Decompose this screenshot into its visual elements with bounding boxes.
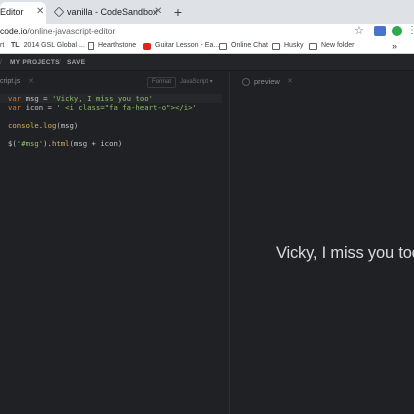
file-tab[interactable]: cript.js <box>0 72 20 92</box>
format-button[interactable]: Format <box>147 77 176 88</box>
more-bookmarks-button[interactable]: » <box>392 38 397 54</box>
close-preview-icon[interactable]: ✕ <box>287 72 293 92</box>
my-projects-link[interactable]: MY PROJECTS <box>10 55 60 71</box>
bookmark-item[interactable]: TL 2014 GSL Global ... <box>11 38 85 54</box>
folder-icon <box>272 42 280 50</box>
tl-icon: TL <box>11 42 20 49</box>
tab-title: Editor <box>0 7 24 17</box>
tab-title: vanilla - CodeSandbox <box>67 7 158 17</box>
url-host: code.io <box>0 26 28 36</box>
code-editor-pane: cript.js ✕ Format JavaScript ▾ var msg =… <box>0 72 230 414</box>
folder-icon <box>309 42 317 50</box>
page-icon <box>88 42 94 50</box>
extension-icon[interactable] <box>374 26 386 36</box>
address-bar-row: code.io/online-javascript-editor ☆ ⋮ <box>0 24 414 38</box>
address-bar[interactable]: code.io/online-javascript-editor <box>0 24 115 38</box>
language-select[interactable]: JavaScript ▾ <box>180 77 213 88</box>
preview-globe-icon <box>242 78 250 86</box>
browser-tab-strip: Editor ✕ vanilla - CodeSandbox ✕ + <box>0 0 414 24</box>
bookmark-item[interactable]: Guitar Lesson - Ea... <box>143 38 219 54</box>
browser-menu-icon[interactable]: ⋮ <box>407 24 414 38</box>
close-tab-icon[interactable]: ✕ <box>36 6 44 17</box>
preview-output-text: Vicky, I miss you too <box>276 244 414 262</box>
bookmark-star-icon[interactable]: ☆ <box>354 24 364 38</box>
new-tab-button[interactable]: + <box>170 2 186 22</box>
code-line: console.log(msg) <box>8 121 79 130</box>
code-line: var icon = ' <i class="fa fa-heart-o"></… <box>8 103 197 112</box>
bookmark-item[interactable]: rt <box>0 38 4 54</box>
folder-icon <box>219 42 227 50</box>
close-file-icon[interactable]: ✕ <box>28 72 34 92</box>
editor-header: cript.js ✕ Format JavaScript ▾ <box>0 72 229 92</box>
bookmarks-bar: rt TL 2014 GSL Global ... Hearthstone Gui… <box>0 38 414 54</box>
code-line: $('#msg').html(msg + icon) <box>8 139 123 148</box>
code-editor[interactable]: var msg = 'Vicky, I miss you too' var ic… <box>0 94 222 148</box>
save-button[interactable]: SAVE <box>67 55 85 71</box>
close-tab-icon[interactable]: ✕ <box>154 6 162 17</box>
tab-editor[interactable]: Editor ✕ <box>0 2 46 24</box>
app-header: / MY PROJECTS / SAVE <box>0 55 414 71</box>
code-line: var msg = 'Vicky, I miss you too' <box>0 94 222 103</box>
extension-green-icon[interactable] <box>392 26 402 36</box>
preview-header: preview ✕ <box>231 72 414 92</box>
preview-pane: preview ✕ Vicky, I miss you too <box>231 72 414 414</box>
tab-codesandbox[interactable]: vanilla - CodeSandbox ✕ <box>48 2 166 24</box>
bookmark-item[interactable]: Online Chat <box>219 38 268 54</box>
bookmark-item[interactable]: Husky <box>272 38 303 54</box>
codesandbox-favicon-icon <box>53 6 65 18</box>
youtube-icon <box>143 42 151 50</box>
bookmark-item[interactable]: New folder <box>309 38 354 54</box>
url-path: /online-javascript-editor <box>27 26 116 36</box>
bookmark-item[interactable]: Hearthstone <box>88 38 136 54</box>
preview-tab[interactable]: preview <box>254 72 280 92</box>
